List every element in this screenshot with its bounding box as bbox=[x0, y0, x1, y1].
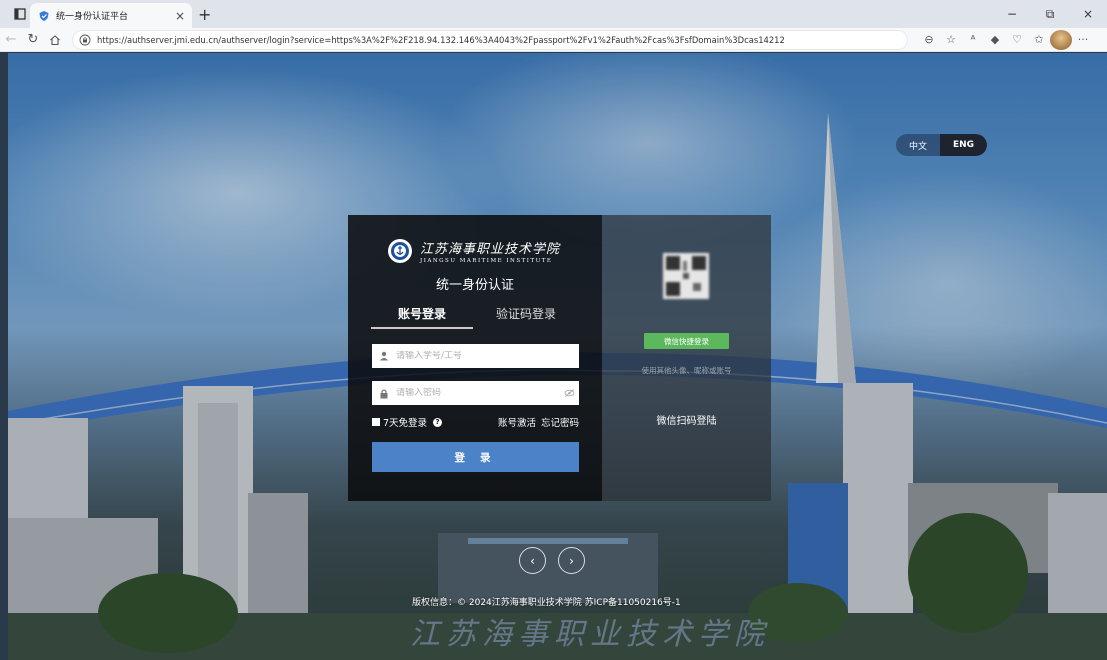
school-name-en: JIANGSU MARITIME INSTITUTE bbox=[420, 258, 553, 264]
favorites-icon[interactable]: ✩ bbox=[1028, 30, 1050, 50]
tab-actions-icon[interactable] bbox=[10, 4, 30, 24]
carousel-next-button[interactable]: › bbox=[558, 547, 585, 574]
lang-english-button[interactable]: ENG bbox=[940, 134, 987, 156]
school-name-cn: 江苏海事职业技术学院 bbox=[420, 242, 561, 257]
minimize-button[interactable]: − bbox=[993, 0, 1031, 28]
address-toolbar: ← ↻ https://authserver.jmi.edu.cn/authse… bbox=[0, 28, 1107, 52]
read-aloud-icon[interactable]: ᴬ bbox=[962, 30, 984, 50]
more-menu-icon[interactable]: ··· bbox=[1072, 30, 1094, 50]
address-bar[interactable]: https://authserver.jmi.edu.cn/authserver… bbox=[72, 29, 908, 50]
browser-essentials-icon[interactable]: ♡ bbox=[1006, 30, 1028, 50]
login-page-background: 中文 ENG 江苏海事职业技术学院 JIANGSU MARITIME INSTI… bbox=[8, 53, 1107, 660]
back-icon[interactable]: ← bbox=[0, 29, 22, 51]
login-button[interactable]: 登 录 bbox=[372, 442, 579, 472]
tab-title: 统一身份认证平台 bbox=[56, 12, 129, 22]
wechat-scan-login-label: 微信扫码登陆 bbox=[656, 416, 717, 427]
zoom-icon[interactable]: ⊖ bbox=[918, 30, 940, 50]
anchor-emblem-icon bbox=[388, 239, 412, 263]
close-window-button[interactable]: × bbox=[1069, 0, 1107, 28]
lang-chinese-button[interactable]: 中文 bbox=[896, 134, 940, 156]
new-tab-button[interactable]: + bbox=[198, 5, 211, 24]
activate-account-link[interactable]: 账号激活 bbox=[498, 415, 536, 429]
remember-label[interactable]: 7天免登录 bbox=[383, 415, 427, 429]
toolbar-icons: ⊖ ☆ ᴬ ◆ ♡ ✩ ··· bbox=[918, 29, 1094, 50]
carousel-controls: ‹ › bbox=[519, 547, 585, 574]
password-field[interactable] bbox=[372, 381, 579, 405]
wechat-other-account-link[interactable]: 使用其他头像、昵称或账号 bbox=[602, 365, 771, 376]
calligraphy-school-name: 江苏海事职业技术学院 bbox=[410, 617, 770, 652]
wechat-quick-login-button[interactable]: 微信快捷登录 bbox=[644, 333, 729, 349]
username-input[interactable] bbox=[396, 351, 579, 361]
tab-account-login[interactable]: 账号登录 bbox=[398, 305, 446, 322]
wechat-login-panel: 微信快捷登录 使用其他头像、昵称或账号 微信扫码登陆 bbox=[602, 215, 771, 501]
profile-avatar[interactable] bbox=[1050, 29, 1072, 50]
login-method-tabs: 账号登录 验证码登录 bbox=[371, 305, 579, 329]
user-icon bbox=[372, 351, 396, 361]
browser-tab[interactable]: 统一身份认证平台 × bbox=[30, 3, 192, 28]
qr-code-icon[interactable] bbox=[663, 253, 709, 299]
help-icon[interactable]: ? bbox=[433, 417, 443, 427]
username-field[interactable] bbox=[372, 344, 579, 368]
remember-checkbox[interactable] bbox=[372, 418, 380, 426]
active-tab-underline bbox=[371, 327, 473, 329]
password-input[interactable] bbox=[396, 388, 559, 398]
eye-slash-icon[interactable] bbox=[559, 389, 579, 397]
login-card: 江苏海事职业技术学院 JIANGSU MARITIME INSTITUTE 统一… bbox=[348, 215, 771, 501]
browser-tab-bar: 统一身份认证平台 × + − ⧉ × bbox=[0, 0, 1107, 28]
restore-button[interactable]: ⧉ bbox=[1031, 0, 1069, 28]
favorite-star-icon[interactable]: ☆ bbox=[940, 30, 962, 50]
login-options: 7天免登录 ? 账号激活 忘记密码 bbox=[372, 415, 579, 429]
url-text: https://authserver.jmi.edu.cn/authserver… bbox=[97, 34, 785, 45]
login-title: 统一身份认证 bbox=[435, 278, 514, 293]
shield-favicon-icon bbox=[39, 10, 49, 21]
tab-close-icon[interactable]: × bbox=[172, 9, 188, 23]
extension-icon[interactable]: ◆ bbox=[984, 30, 1006, 50]
refresh-icon[interactable]: ↻ bbox=[22, 29, 44, 51]
language-switch: 中文 ENG bbox=[896, 134, 987, 156]
home-icon[interactable] bbox=[44, 29, 66, 51]
lock-icon bbox=[79, 34, 91, 45]
account-login-panel: 江苏海事职业技术学院 JIANGSU MARITIME INSTITUTE 统一… bbox=[348, 215, 602, 501]
carousel-prev-button[interactable]: ‹ bbox=[519, 547, 546, 574]
tab-code-login[interactable]: 验证码登录 bbox=[496, 305, 556, 322]
window-controls: − ⧉ × bbox=[993, 0, 1107, 28]
forgot-password-link[interactable]: 忘记密码 bbox=[541, 415, 579, 429]
school-logo: 江苏海事职业技术学院 JIANGSU MARITIME INSTITUTE bbox=[388, 238, 560, 264]
lock-icon bbox=[372, 388, 396, 399]
footer-copyright: 版权信息：© 2024江苏海事职业技术学院 苏ICP备11050216号-1 bbox=[412, 598, 681, 608]
